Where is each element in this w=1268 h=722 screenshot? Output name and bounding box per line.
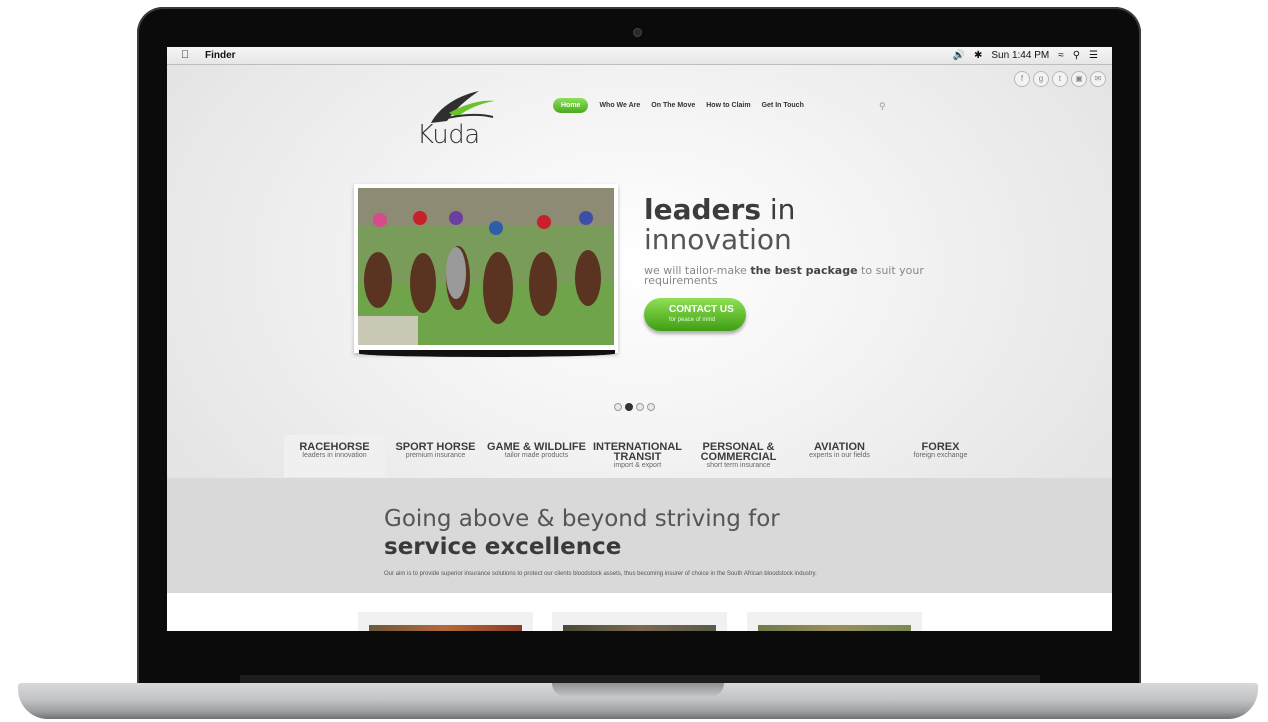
nav-on-the-move[interactable]: On The Move [651, 102, 695, 109]
headline-line2: innovation [644, 223, 792, 256]
hero-headline: leaders in innovation [644, 195, 795, 255]
tab-sport-horse[interactable]: SPORT HORSE premium insurance [385, 435, 486, 477]
card-image [369, 625, 522, 631]
nav-get-in-touch[interactable]: Get In Touch [762, 102, 804, 109]
tab-title: AVIATION [814, 441, 865, 453]
slider-dot-active[interactable] [625, 403, 633, 411]
feature-card[interactable] [358, 612, 533, 631]
logo-text[interactable]: Kuda [417, 120, 480, 150]
nav-home[interactable]: Home [553, 98, 589, 113]
apple-icon[interactable]:  [181, 49, 189, 61]
card-image [563, 625, 716, 631]
tab-subtitle: import & export [613, 462, 662, 469]
headline-rest: in [761, 193, 796, 226]
tab-title: SPORT HORSE [395, 441, 476, 453]
facebook-icon[interactable]: f [1014, 71, 1030, 87]
intro-heading: Going above & beyond striving for servic… [384, 505, 864, 561]
twitter-icon[interactable]: t [1052, 71, 1068, 87]
nav-how-to-claim[interactable]: How to Claim [706, 102, 750, 109]
tab-game-wildlife[interactable]: GAME & WILDLIFE tailor made products [486, 435, 587, 477]
contact-us-button[interactable]: CONTACT US for peace of mind [644, 298, 746, 331]
website: f g t ▣ ✉ Kuda Home Who We Are On The Mo… [167, 65, 1112, 593]
tab-aviation[interactable]: AVIATION experts in our fields [789, 435, 890, 477]
slider-dot[interactable] [647, 403, 655, 411]
clock[interactable]: Sun 1:44 PM [991, 50, 1049, 61]
main-nav: Home Who We Are On The Move How to Claim… [553, 98, 804, 113]
laptop-notch [552, 683, 724, 697]
intro-text: Our aim is to provide superior insurance… [384, 571, 817, 577]
wifi-icon[interactable]: ≈ [1058, 50, 1064, 61]
volume-icon[interactable]: 🔊 [953, 50, 965, 61]
tab-subtitle: tailor made products [504, 452, 569, 459]
tab-title: PERSONAL & COMMERCIAL [700, 441, 777, 463]
tab-racehorse[interactable]: RACEHORSE leaders in innovation [284, 435, 385, 477]
app-name[interactable]: Finder [205, 50, 236, 61]
site-search-icon[interactable]: ⚲ [879, 101, 886, 112]
tab-international-transit[interactable]: INTERNATIONAL TRANSIT import & export [587, 435, 688, 477]
tab-title: INTERNATIONAL TRANSIT [592, 441, 682, 463]
hero-image-frame [354, 184, 618, 353]
intro-heading-bold: service excellence [384, 534, 622, 560]
menu-bar:  Finder 🔊 ✱ Sun 1:44 PM ≈ ⚲ ☰ [167, 47, 1112, 65]
contact-subtitle: for peace of mind [669, 317, 716, 323]
instagram-icon[interactable]: ▣ [1071, 71, 1087, 87]
slider-dot[interactable] [614, 403, 622, 411]
feature-card[interactable] [747, 612, 922, 631]
email-icon[interactable]: ✉ [1090, 71, 1106, 87]
hero-image-shadow [359, 350, 615, 357]
google-plus-icon[interactable]: g [1033, 71, 1049, 87]
tab-title: RACEHORSE [299, 441, 370, 453]
tab-title: FOREX [921, 441, 960, 453]
tab-subtitle: premium insurance [405, 452, 466, 459]
intro-heading-pre: Going above & beyond striving for [384, 506, 780, 532]
nav-who-we-are[interactable]: Who We Are [599, 102, 640, 109]
slider-dot[interactable] [636, 403, 644, 411]
camera [633, 28, 642, 37]
tab-personal-commercial[interactable]: PERSONAL & COMMERCIAL short term insuran… [688, 435, 789, 477]
tab-title: GAME & WILDLIFE [487, 441, 586, 453]
product-tabs: RACEHORSE leaders in innovation SPORT HO… [284, 435, 991, 477]
search-icon[interactable]: ⚲ [1073, 50, 1080, 61]
social-links: f g t ▣ ✉ [1014, 71, 1106, 87]
screen:  Finder 🔊 ✱ Sun 1:44 PM ≈ ⚲ ☰ f g t ▣ ✉… [167, 47, 1112, 631]
slider-dots [614, 403, 655, 411]
feature-card[interactable] [552, 612, 727, 631]
hero-tagline: we will tailor-make the best package to … [644, 264, 934, 286]
racehorse-photo [358, 188, 614, 345]
headline-bold: leaders [644, 193, 761, 226]
list-icon[interactable]: ☰ [1089, 50, 1098, 61]
bluetooth-icon[interactable]: ✱ [974, 50, 982, 61]
tab-forex[interactable]: FOREX foreign exchange [890, 435, 991, 477]
tab-subtitle: experts in our fields [809, 452, 870, 459]
card-image [758, 625, 911, 631]
status-area: 🔊 ✱ Sun 1:44 PM ≈ ⚲ ☰ [953, 50, 1098, 61]
tagline-bold: the best package [750, 264, 858, 277]
contact-title: CONTACT US [669, 304, 734, 315]
tab-subtitle: foreign exchange [913, 452, 968, 459]
tab-subtitle: leaders in innovation [302, 452, 367, 459]
tab-subtitle: short term insurance [706, 462, 771, 469]
